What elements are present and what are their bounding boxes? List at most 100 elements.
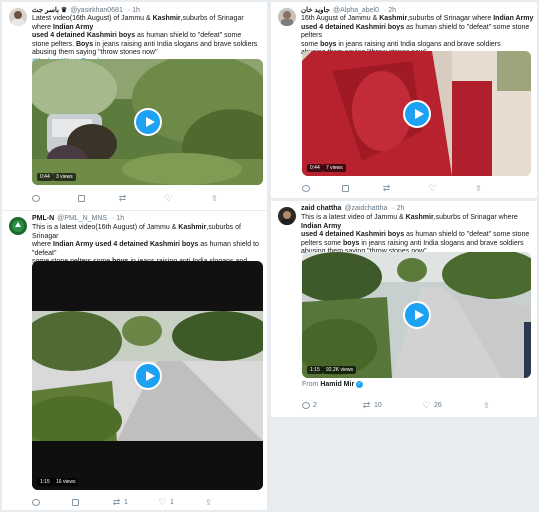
retweet-button[interactable]: ⇄ [118, 194, 164, 203]
analytics-button[interactable] [72, 499, 112, 506]
reply-icon [32, 195, 40, 202]
play-button[interactable] [133, 361, 162, 390]
timestamp[interactable]: · 1h [128, 7, 140, 14]
video-player[interactable]: 0:44 3 views [32, 59, 263, 185]
tweet-text-line: 16th August of Jammu & Kashmir,suburbs o… [301, 15, 534, 22]
reply-button[interactable] [32, 195, 78, 202]
like-button[interactable]: ♡ 1 [158, 498, 204, 507]
display-name[interactable]: جاوید خان [301, 7, 330, 14]
tweet-card[interactable]: باسر جث ♛ @yasirkhan0681 · 1h Latest vide… [2, 2, 267, 210]
retweet-icon: ⇄ [118, 193, 127, 203]
verified-badge-icon: ✓ [356, 381, 364, 388]
reply-icon [302, 185, 310, 192]
retweet-icon: ⇄ [382, 183, 391, 193]
avatar[interactable] [278, 8, 296, 26]
tweet-text-line: Latest video(16th August) of Jammu & Kas… [32, 15, 244, 31]
tweet-card[interactable]: zaid chattha @zaidchattha · 2h This is a … [271, 201, 537, 417]
tweet-text-line: stone pelters. Boys in jeans raising ant… [32, 40, 258, 48]
heart-icon: ♡ [158, 497, 167, 507]
share-icon: ⇪ [205, 498, 212, 507]
user-handle[interactable]: @yasirkhan0681 [70, 7, 123, 14]
tweet-text-line: pelters some boys in jeans raising anti … [301, 239, 524, 247]
heart-icon: ♡ [422, 400, 431, 410]
like-count: 1 [170, 499, 174, 506]
retweet-button[interactable]: ⇄ [382, 184, 428, 193]
tweet-text-line: used 4 detained Kashmiri boys as human s… [301, 231, 530, 238]
tweet-text-line: used 4 detained Kashmiri boys as human s… [301, 23, 530, 40]
timestamp[interactable]: · 1h [112, 215, 124, 222]
like-count: 26 [434, 402, 442, 409]
reply-icon [32, 499, 40, 506]
video-player[interactable]: 1:15 16 views [32, 261, 263, 490]
video-views: 92.2K views [323, 366, 356, 374]
display-name[interactable]: PML-N [32, 215, 54, 222]
reply-button[interactable] [32, 499, 72, 506]
analytics-button[interactable] [342, 185, 382, 192]
video-source: From Hamid Mir ✓ [302, 381, 364, 388]
timestamp[interactable]: · 2h [392, 205, 404, 212]
tweet-card[interactable]: PML-N @PML_N_MNS · 1h This is a latest vi… [2, 211, 267, 510]
share-icon: ⇪ [483, 401, 490, 410]
from-label: From [302, 381, 319, 388]
video-duration: 1:15 [307, 366, 323, 374]
avatar[interactable] [9, 217, 27, 235]
share-button[interactable]: ⇪ [210, 194, 219, 203]
share-icon: ⇪ [211, 194, 218, 203]
retweet-button[interactable]: ⇄ 10 [362, 401, 422, 410]
tweet-header: جاوید خان @Alpha_abel0 · 2h [301, 6, 396, 14]
video-views: 7 views [323, 164, 346, 172]
tweet-text-line: This is a latest video of Jammu & Kashmi… [301, 214, 518, 230]
video-views: 3 views [53, 173, 76, 181]
tweet-text-line: This is a latest video(16th August) of J… [32, 224, 241, 240]
tweet-card[interactable]: جاوید خان @Alpha_abel0 · 2h 16th August o… [271, 2, 537, 198]
tweet-header: zaid chattha @zaidchattha · 2h [301, 205, 404, 212]
retweet-count: 1 [124, 499, 128, 506]
video-duration: 0:44 [37, 173, 53, 181]
avatar[interactable] [278, 207, 296, 225]
analytics-button[interactable] [78, 195, 118, 202]
reply-count: 2 [313, 402, 317, 409]
source-name[interactable]: Hamid Mir [320, 381, 354, 388]
reply-button[interactable]: 2 [302, 402, 362, 409]
avatar[interactable] [9, 8, 27, 26]
tweet-header: PML-N @PML_N_MNS · 1h [32, 215, 124, 222]
reply-button[interactable] [302, 185, 342, 192]
heart-icon: ♡ [428, 183, 437, 193]
retweet-button[interactable]: ⇄ 1 [112, 498, 158, 507]
tweet-actions: ⇄ ♡ ⇪ [302, 184, 532, 193]
display-name[interactable]: zaid chattha [301, 205, 341, 212]
tweet-actions: ⇄ 1 ♡ 1 ⇪ [32, 498, 262, 507]
video-player[interactable]: 1:15 92.2K views [302, 252, 531, 378]
tweet-text: This is a latest video of Jammu & Kashmi… [301, 214, 535, 257]
reply-icon [302, 402, 310, 409]
play-button[interactable] [402, 301, 431, 329]
share-button[interactable]: ⇪ [482, 401, 491, 410]
like-button[interactable]: ♡ [164, 194, 210, 203]
share-button[interactable]: ⇪ [474, 184, 483, 193]
tweet-text-line: where Indian Army used 4 detained Kashmi… [32, 241, 259, 257]
like-button[interactable]: ♡ [428, 184, 474, 193]
stack-icon [78, 195, 85, 202]
play-button[interactable] [402, 99, 431, 128]
heart-icon: ♡ [164, 193, 173, 203]
user-handle[interactable]: @zaidchattha [344, 205, 387, 212]
tweet-header: باسر جث ♛ @yasirkhan0681 · 1h [32, 6, 140, 14]
like-button[interactable]: ♡ 26 [422, 401, 482, 410]
video-duration: 1:15 [37, 478, 53, 486]
stack-icon [342, 185, 349, 192]
share-icon: ⇪ [475, 184, 482, 193]
user-handle[interactable]: @PML_N_MNS [57, 215, 107, 222]
stack-icon [72, 499, 79, 506]
video-duration: 0:44 [307, 164, 323, 172]
retweet-count: 10 [374, 402, 382, 409]
tweet-text-line: some boys in jeans raising anti India sl… [301, 40, 501, 48]
tweet-actions: ⇄ ♡ ⇪ [32, 194, 262, 203]
play-button[interactable] [133, 108, 162, 136]
display-name[interactable]: باسر جث ♛ [32, 7, 67, 14]
timestamp[interactable]: · 2h [384, 7, 396, 14]
video-player[interactable]: 0:44 7 views [302, 51, 531, 176]
tweet-text-line: used 4 detained Kashmiri boys as human s… [32, 32, 242, 39]
retweet-icon: ⇄ [112, 497, 121, 507]
user-handle[interactable]: @Alpha_abel0 [333, 7, 379, 14]
share-button[interactable]: ⇪ [204, 498, 213, 507]
